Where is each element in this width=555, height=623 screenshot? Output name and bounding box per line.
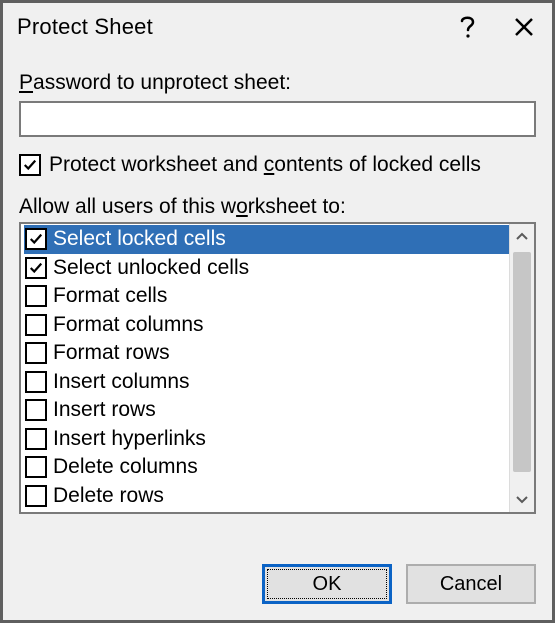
allow-label-part2: rksheet to:: [248, 195, 346, 218]
allow-users-label: Allow all users of this worksheet to:: [19, 195, 536, 219]
protect-label-accelerator: c: [264, 153, 275, 176]
title-bar-controls: [454, 13, 538, 41]
permission-label: Format rows: [53, 341, 170, 365]
allow-label-accelerator: o: [236, 195, 248, 218]
permission-label: Insert hyperlinks: [53, 427, 206, 451]
scroll-track[interactable]: [510, 248, 534, 488]
protect-contents-checkbox[interactable]: [19, 154, 41, 176]
dialog-content: Password to unprotect sheet: Protect wor…: [3, 51, 552, 548]
permission-checkbox[interactable]: [25, 342, 47, 364]
permission-row[interactable]: Insert columns: [24, 368, 509, 397]
dialog-title: Protect Sheet: [17, 14, 153, 40]
permission-row[interactable]: Format rows: [24, 339, 509, 368]
password-label: Password to unprotect sheet:: [19, 71, 536, 95]
title-bar: Protect Sheet: [3, 3, 552, 51]
protect-contents-label: Protect worksheet and contents of locked…: [49, 153, 481, 177]
permission-checkbox[interactable]: [25, 228, 47, 250]
close-icon[interactable]: [510, 13, 538, 41]
permission-label: Format cells: [53, 284, 167, 308]
scroll-down-button[interactable]: [510, 488, 534, 512]
permissions-listbox[interactable]: Select locked cells Select unlocked cells…: [19, 222, 536, 514]
help-icon[interactable]: [454, 13, 482, 41]
permission-checkbox[interactable]: [25, 485, 47, 507]
password-label-text: assword to unprotect sheet:: [33, 71, 291, 94]
permission-label: Select unlocked cells: [53, 256, 249, 280]
permission-row[interactable]: Select unlocked cells: [24, 254, 509, 283]
allow-label-part1: Allow all users of this w: [19, 195, 236, 218]
permission-label: Format columns: [53, 313, 204, 337]
permission-label: Delete rows: [53, 484, 164, 508]
permission-checkbox[interactable]: [25, 428, 47, 450]
permission-checkbox[interactable]: [25, 314, 47, 336]
password-input[interactable]: [19, 101, 536, 137]
permission-checkbox[interactable]: [25, 399, 47, 421]
permissions-rows: Select locked cells Select unlocked cells…: [21, 224, 509, 512]
scroll-up-button[interactable]: [510, 224, 534, 248]
permission-row[interactable]: Format columns: [24, 311, 509, 340]
permission-label: Insert columns: [53, 370, 190, 394]
password-label-accelerator: P: [19, 71, 33, 94]
permission-checkbox[interactable]: [25, 456, 47, 478]
permission-label: Insert rows: [53, 398, 156, 422]
permission-checkbox[interactable]: [25, 371, 47, 393]
permission-row[interactable]: Insert rows: [24, 396, 509, 425]
permission-label: Delete columns: [53, 455, 198, 479]
permission-checkbox[interactable]: [25, 257, 47, 279]
dialog-buttons: OK Cancel: [3, 548, 552, 620]
permission-label: Select locked cells: [53, 227, 226, 251]
permission-row[interactable]: Format cells: [24, 282, 509, 311]
scroll-thumb[interactable]: [513, 252, 531, 472]
protect-sheet-dialog: Protect Sheet Password to unprotect shee…: [0, 0, 555, 623]
protect-contents-row[interactable]: Protect worksheet and contents of locked…: [19, 153, 536, 177]
permission-row[interactable]: Delete rows: [24, 482, 509, 511]
protect-label-part2: ontents of locked cells: [274, 153, 481, 176]
permission-row[interactable]: Select locked cells: [24, 225, 509, 254]
permission-checkbox[interactable]: [25, 285, 47, 307]
permission-row[interactable]: Delete columns: [24, 453, 509, 482]
protect-label-part1: Protect worksheet and: [49, 153, 264, 176]
scrollbar[interactable]: [509, 224, 534, 512]
permission-row[interactable]: Insert hyperlinks: [24, 425, 509, 454]
cancel-button[interactable]: Cancel: [406, 564, 536, 604]
ok-button[interactable]: OK: [262, 564, 392, 604]
